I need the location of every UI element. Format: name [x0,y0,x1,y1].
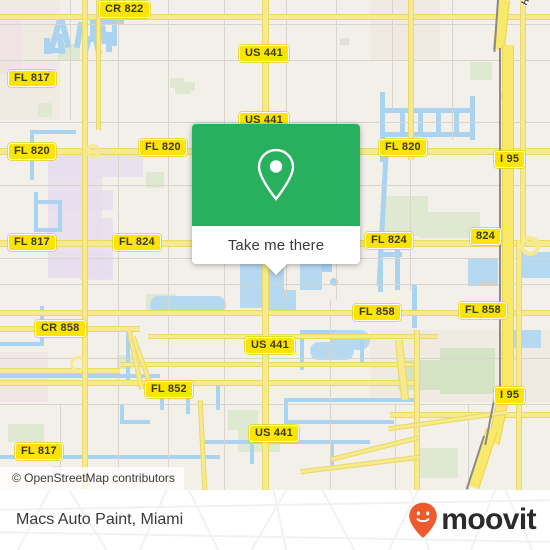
map-water [470,96,475,140]
location-title: Macs Auto Paint, Miami [16,511,184,528]
moovit-wordmark: moovit [441,503,536,536]
road-shield: FL 858 [459,302,507,319]
map-water [400,112,405,134]
map-water [436,112,441,134]
page-footer: Macs Auto Paint, Miami moovit [0,490,550,550]
map-water [454,112,459,134]
road-shield: FL 820 [8,143,56,160]
road-shield: US 441 [239,45,289,62]
map-water [34,200,62,204]
road-shield: CR 858 [35,320,86,337]
map-road [516,240,522,490]
map-roundabout [86,144,100,158]
map-park [8,424,44,442]
map-railway [499,48,501,393]
map-water [468,258,498,286]
map-water [380,252,402,257]
road-shield: FL 817 [8,70,56,87]
moovit-logo[interactable]: moovit [408,502,537,538]
location-popup-card[interactable]: Take me there [192,124,360,275]
map-pin-icon [257,148,295,201]
map-water [112,24,117,46]
map-roundabout [70,356,86,372]
map-water [30,130,76,134]
map-road [520,0,526,245]
map-water [106,32,112,52]
map-park [416,448,458,478]
road-shield: FL 858 [353,304,401,321]
take-me-there-button[interactable]: Take me there [192,226,360,264]
map-water [412,284,417,328]
map-water [250,440,254,464]
map-park [440,348,495,394]
map-building [183,82,195,91]
take-me-there-label: Take me there [227,236,325,254]
road-shield: FL 824 [113,234,161,251]
map-park [470,62,492,80]
moovit-map-screenshot: Hollywood CR 822US 441FL 817US 441FL 820… [0,0,550,550]
road-shield: US 441 [245,337,295,354]
map-water [330,330,370,350]
map-road [96,0,101,130]
map-road-ramp [120,362,420,367]
road-shield: FL 817 [15,443,63,460]
map-park [170,78,184,88]
map-water [120,420,150,424]
map-landuse [95,218,113,280]
road-shield: I 95 [494,151,526,168]
map-street [452,0,453,140]
map-landuse [48,155,143,177]
map-water [44,48,60,53]
map-landuse [370,0,440,60]
map-park [38,103,52,117]
map-road [414,330,420,490]
road-shield: FL 824 [365,232,413,249]
map-road-fl817 [82,0,88,490]
map-road-i95 [502,45,514,390]
osm-attribution[interactable]: © OpenStreetMap contributors [0,467,184,490]
map-water [58,200,62,232]
moovit-pin-smiley-icon [409,502,438,538]
road-shield: FL 820 [379,139,427,156]
road-shield: CR 822 [99,1,150,18]
popup-tail [265,264,287,275]
map-water [520,252,550,278]
popup-header [192,124,360,226]
map-water [34,192,38,232]
map-water [384,132,470,137]
map-road [408,0,414,160]
map-water [216,382,220,410]
road-shield: 824 [470,228,501,245]
map-water [418,112,423,134]
map-water [284,398,414,402]
map-road-ramp [0,368,120,374]
map-street [330,300,331,490]
road-shield: FL 817 [8,234,56,251]
map-building [340,38,349,45]
map-water [284,420,394,424]
road-shield: FL 852 [145,381,193,398]
road-shield: FL 820 [139,139,187,156]
map-road-fl852 [0,380,420,386]
map-roundabout [520,236,540,256]
road-shield: I 95 [494,387,526,404]
road-shield: US 441 [249,425,299,442]
map-water [284,398,288,424]
map-landuse [0,18,22,74]
map-water [0,342,44,346]
